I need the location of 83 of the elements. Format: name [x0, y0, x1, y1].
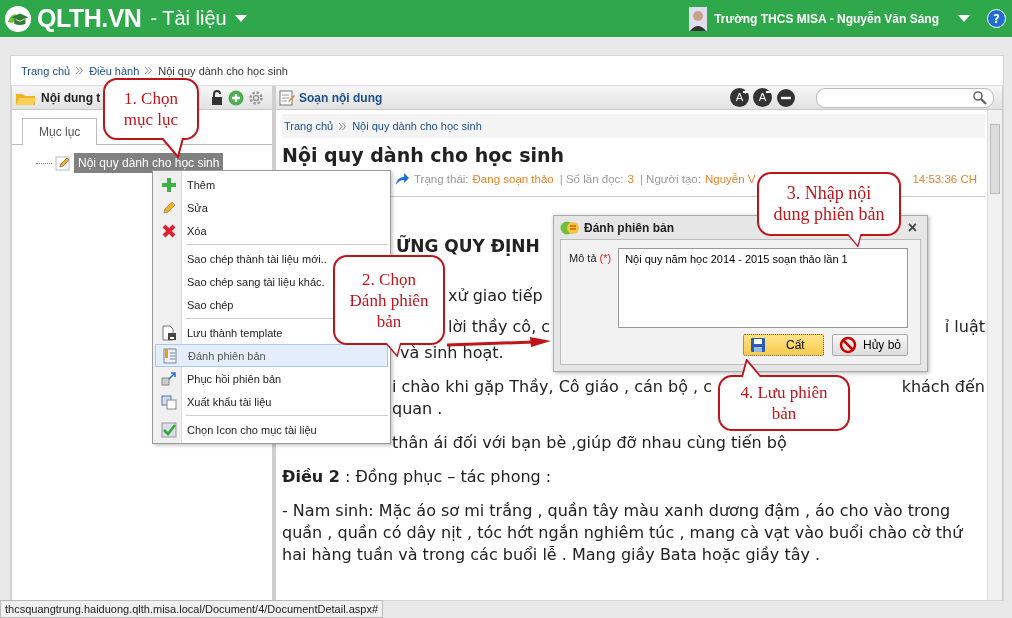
edit-document-icon — [279, 89, 295, 106]
meta-label: Trạng thái: — [414, 173, 469, 185]
tab[interactable]: Mục lục — [22, 118, 98, 145]
document-text: quan . — [392, 398, 443, 420]
lock-icon[interactable] — [210, 89, 224, 106]
callout: 2. Chọn Đánh phiên bản — [333, 255, 445, 345]
document-text: lời thầy cô, c — [448, 316, 551, 338]
breadcrumb-link[interactable]: Trang chủ — [21, 64, 71, 77]
panel-title: Nội dung t — [41, 90, 101, 105]
document-text: ỮNG QUY ĐỊNH — [396, 235, 540, 257]
callout: 1. Chọn mục lục — [103, 78, 199, 140]
checkbox-icon — [161, 421, 177, 438]
save-icon — [749, 337, 766, 353]
document-text: xử giao tiếp — [448, 285, 543, 307]
menu-item[interactable]: Sao chép — [155, 293, 236, 316]
meta-value: 3 — [627, 173, 634, 185]
restore-icon — [161, 370, 177, 387]
help-button[interactable]: ? — [987, 9, 1006, 28]
caret-icon — [234, 14, 247, 23]
dialog-title: Đánh phiên bản — [584, 220, 674, 235]
breadcrumb-link[interactable]: Nội quy dành cho học sinh — [158, 64, 288, 77]
document-title: Nội quy dành cho học sinh — [282, 144, 566, 166]
menu-item[interactable]: Chọn Icon cho mục tài liệu — [155, 418, 319, 441]
menu-item[interactable]: Sao chép thành tài liệu mới.. — [155, 247, 329, 270]
menu-item[interactable]: Lưu thành template — [155, 321, 285, 344]
logo-icon — [4, 4, 32, 33]
chevron-icon — [76, 67, 84, 74]
pencil-icon — [55, 155, 71, 171]
meta-time: 14:53:36 CH — [912, 173, 978, 185]
breadcrumb-link[interactable]: Nội quy dành cho học sinh — [352, 120, 482, 132]
menu-item[interactable]: Thêm — [155, 173, 218, 196]
tree-item[interactable]: Nội quy dành cho học sinh — [74, 153, 224, 173]
document-text: Điều 2 : Đồng phục – tác phong : — [282, 466, 552, 488]
menu-item[interactable]: Sửa — [155, 196, 210, 219]
status-bar: thcsquangtrung.haiduong.qlth.misa.local/Document/4/DocumentDetail.aspx# — [0, 600, 383, 618]
document-text: i chào khi gặp Thầy, Cô giáo , cán bộ , c — [392, 376, 712, 398]
search-field[interactable] — [816, 87, 994, 108]
menu-item[interactable]: Sao chép sang tài liệu khác. — [155, 270, 327, 293]
panel-title: Soạn nội dung — [299, 90, 383, 105]
callout-pointer — [160, 138, 184, 158]
chevron-icon — [145, 67, 153, 74]
menu-item[interactable]: Đánh phiên bản — [155, 344, 388, 367]
cancel-icon — [838, 336, 857, 354]
meta-label: | Số lần đọc: — [559, 173, 624, 185]
book-icon — [162, 347, 178, 364]
save-button[interactable]: Cất — [742, 334, 824, 356]
delete-icon — [161, 222, 177, 239]
menu-item[interactable]: Xóa — [155, 219, 209, 242]
decrease-font-button[interactable]: A — [753, 88, 772, 107]
breadcrumb-link[interactable]: Trang chủ — [284, 120, 334, 132]
meta-value: Đang soạn thảo — [472, 173, 554, 185]
document-text: ỉ luật — [944, 316, 985, 338]
cancel-button[interactable]: Hủy bỏ — [831, 334, 908, 356]
app-logo: QLTH.VN — [37, 4, 142, 33]
plus-icon — [161, 176, 177, 193]
required-mark: (*) — [599, 252, 612, 264]
document-text: thân ái đối với bạn bè ,giúp đỡ nhau cùng tiến bộ — [392, 432, 787, 454]
callout-pointer — [740, 359, 764, 377]
meta-value: Nguyễn V — [704, 173, 756, 185]
close-button[interactable]: × — [903, 219, 917, 236]
save-icon — [161, 324, 177, 341]
avatar-icon — [689, 6, 708, 31]
callout: 3. Nhập nội dung phiên bản — [757, 172, 901, 236]
document-text: khách đến — [901, 376, 985, 398]
settings-icon[interactable] — [248, 89, 264, 106]
field-label: Mô tả — [569, 252, 597, 264]
caret-icon[interactable] — [958, 14, 970, 23]
callout: 4. Lưu phiên bản — [718, 375, 850, 431]
breadcrumb-link[interactable]: Điều hành — [89, 64, 140, 77]
description-field[interactable]: Nội quy năm học 2014 - 2015 soạn thảo lần 1 — [618, 248, 909, 328]
chevron-icon — [339, 122, 347, 130]
scrollbar[interactable] — [987, 110, 1002, 600]
document-text: - Nam sinh: Mặc áo sơ mi trắng , quần tây màu xanh dương đậm , áo cho vào trong quần , quần có dây nịt , tóc hớt ngắn nghiêm túc , mang cà vạt vào buổi chào cờ thứ hai hàng tuần và trong các buổi lễ . Mang giầy Bata hoặc giầy tây . — [282, 501, 963, 564]
increase-font-button[interactable]: A — [730, 88, 749, 107]
share-icon[interactable] — [394, 172, 410, 186]
pencil-icon — [161, 199, 177, 216]
minus-icon[interactable] — [776, 87, 796, 108]
export-icon — [161, 393, 177, 410]
menu-item[interactable]: Xuất khẩu tài liệu — [155, 390, 274, 413]
search-icon — [973, 90, 987, 105]
menu-item[interactable]: Phục hồi phiên bản — [155, 367, 284, 390]
meta-label: | Người tạo: — [639, 173, 701, 185]
document-text: và sinh hoạt. — [400, 342, 504, 364]
